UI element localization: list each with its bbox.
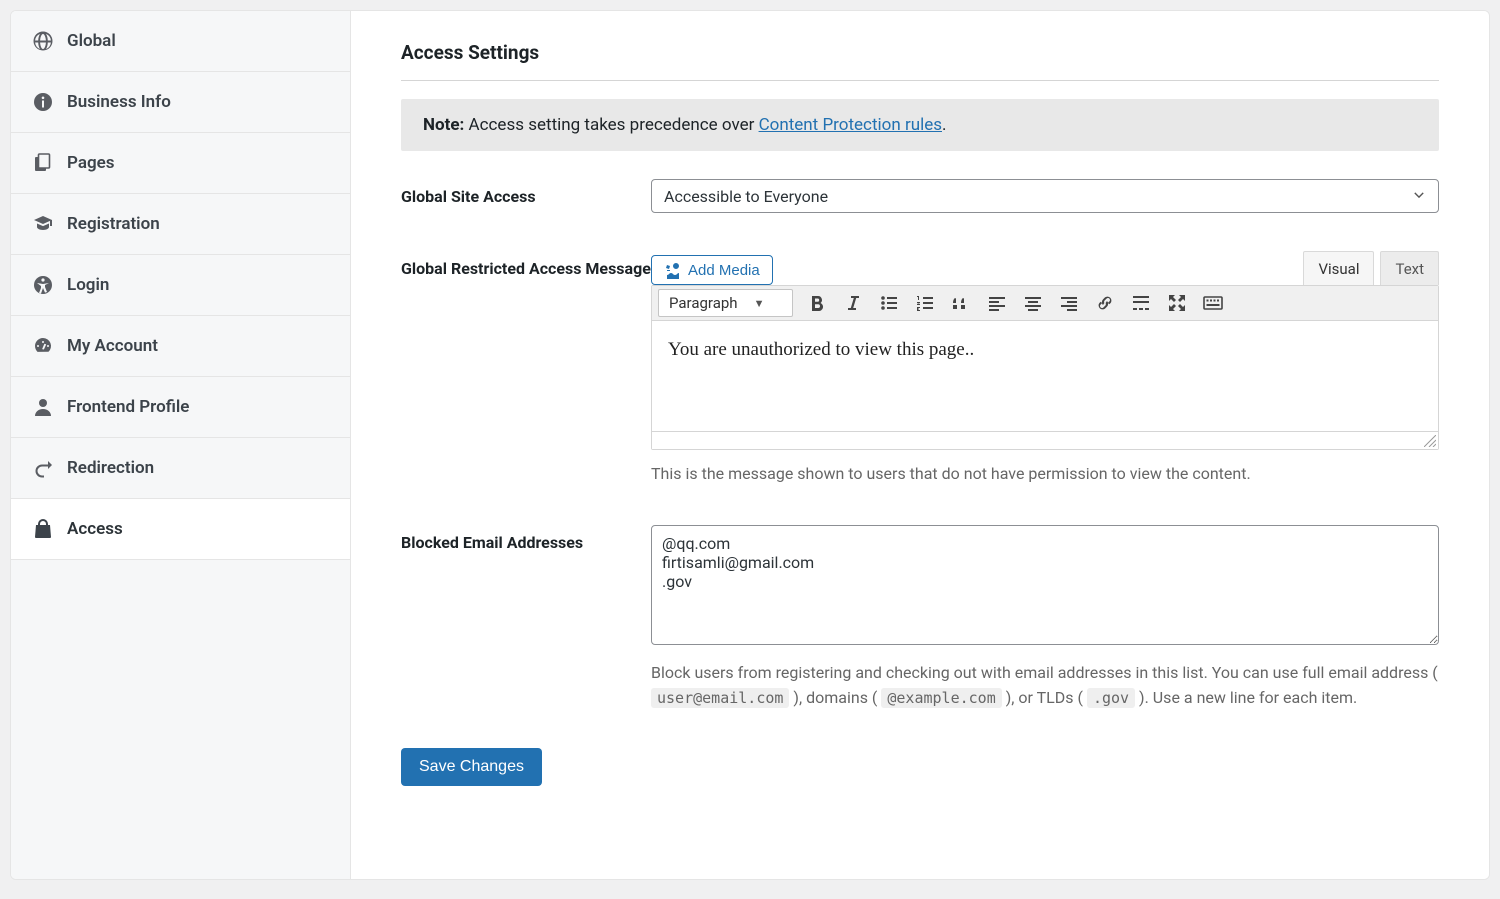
sidebar-item-label: Login <box>67 275 109 295</box>
format-value: Paragraph <box>669 294 738 312</box>
note-box: Note: Access setting takes precedence ov… <box>401 99 1439 151</box>
bold-icon <box>807 293 827 313</box>
italic-icon <box>843 293 863 313</box>
code-example-tld: .gov <box>1087 688 1135 708</box>
settings-frame: Global Business Info Pages Registration … <box>10 10 1490 880</box>
align-center-icon <box>1023 293 1043 313</box>
toolbar-toggle-button[interactable] <box>1199 289 1227 317</box>
bullet-list-icon <box>879 293 899 313</box>
grad-cap-icon <box>33 214 53 234</box>
globe-icon <box>33 31 53 51</box>
fullscreen-button[interactable] <box>1163 289 1191 317</box>
add-media-button[interactable]: Add Media <box>651 255 773 285</box>
sidebar-item-label: My Account <box>67 336 158 356</box>
sidebar-item-label: Access <box>67 519 123 539</box>
read-more-icon <box>1131 293 1151 313</box>
sidebar-item-label: Redirection <box>67 458 154 478</box>
sidebar: Global Business Info Pages Registration … <box>11 11 351 879</box>
sidebar-item-frontend-profile[interactable]: Frontend Profile <box>11 377 350 438</box>
align-center-button[interactable] <box>1019 289 1047 317</box>
align-left-icon <box>987 293 1007 313</box>
link-button[interactable] <box>1091 289 1119 317</box>
dashboard-icon <box>33 336 53 356</box>
row-blocked-emails: Blocked Email Addresses Block users from… <box>401 525 1439 711</box>
editor-tabs: Visual Text <box>1303 251 1439 285</box>
main-content: Access Settings Note: Access setting tak… <box>351 11 1489 879</box>
read-more-button[interactable] <box>1127 289 1155 317</box>
note-label: Note: <box>423 115 464 135</box>
sidebar-item-my-account[interactable]: My Account <box>11 316 350 377</box>
sidebar-item-redirection[interactable]: Redirection <box>11 438 350 499</box>
note-text: Access setting takes precedence over <box>469 115 759 135</box>
select-global-site-access[interactable]: Accessible to Everyone <box>651 179 1439 213</box>
chevron-down-icon <box>1412 187 1426 206</box>
user-icon <box>33 397 53 417</box>
link-icon <box>1095 293 1115 313</box>
rich-text-editor: Paragraph ▼ <box>651 285 1439 450</box>
sidebar-item-label: Business Info <box>67 92 171 112</box>
page-title: Access Settings <box>401 41 1439 81</box>
pages-icon <box>33 153 53 173</box>
quote-icon <box>951 293 971 313</box>
editor-toolbar: Paragraph ▼ <box>652 286 1438 321</box>
sidebar-item-login[interactable]: Login <box>11 255 350 316</box>
sidebar-item-business-info[interactable]: Business Info <box>11 72 350 133</box>
italic-button[interactable] <box>839 289 867 317</box>
media-icon <box>664 261 682 279</box>
resize-handle[interactable] <box>1424 435 1436 447</box>
restricted-help-text: This is the message shown to users that … <box>651 462 1439 487</box>
sidebar-item-access[interactable]: Access <box>11 499 350 560</box>
note-tail: . <box>942 115 946 135</box>
number-list-button[interactable] <box>911 289 939 317</box>
redirect-icon <box>33 458 53 478</box>
tab-visual[interactable]: Visual <box>1303 251 1374 285</box>
code-example-email: user@email.com <box>651 688 789 708</box>
editor-content[interactable]: You are unauthorized to view this page.. <box>652 321 1438 431</box>
row-global-site-access: Global Site Access Accessible to Everyon… <box>401 179 1439 213</box>
sidebar-item-label: Frontend Profile <box>67 397 189 417</box>
info-icon <box>33 92 53 112</box>
editor-footer <box>652 431 1438 449</box>
keyboard-icon <box>1203 293 1223 313</box>
fullscreen-icon <box>1167 293 1187 313</box>
bold-button[interactable] <box>803 289 831 317</box>
align-left-button[interactable] <box>983 289 1011 317</box>
sidebar-item-registration[interactable]: Registration <box>11 194 350 255</box>
align-right-button[interactable] <box>1055 289 1083 317</box>
label-global-site-access: Global Site Access <box>401 179 651 209</box>
sidebar-item-label: Registration <box>67 214 160 234</box>
sidebar-item-pages[interactable]: Pages <box>11 133 350 194</box>
label-blocked-emails: Blocked Email Addresses <box>401 525 651 555</box>
tab-text[interactable]: Text <box>1380 251 1439 285</box>
select-value: Accessible to Everyone <box>664 187 828 206</box>
label-restricted-message: Global Restricted Access Message <box>401 251 651 281</box>
number-list-icon <box>915 293 935 313</box>
caret-down-icon: ▼ <box>754 297 765 310</box>
row-restricted-message: Global Restricted Access Message Add Med… <box>401 251 1439 487</box>
code-example-domain: @example.com <box>881 688 1001 708</box>
bag-icon <box>33 519 53 539</box>
sidebar-item-label: Pages <box>67 153 115 173</box>
sidebar-item-label: Global <box>67 31 116 51</box>
format-dropdown[interactable]: Paragraph ▼ <box>658 289 793 317</box>
align-right-icon <box>1059 293 1079 313</box>
blockquote-button[interactable] <box>947 289 975 317</box>
resize-icon <box>1424 435 1436 447</box>
bullet-list-button[interactable] <box>875 289 903 317</box>
sidebar-item-global[interactable]: Global <box>11 11 350 72</box>
blocked-emails-help: Block users from registering and checkin… <box>651 661 1439 711</box>
add-media-label: Add Media <box>688 262 760 279</box>
save-button[interactable]: Save Changes <box>401 748 542 786</box>
blocked-emails-textarea[interactable] <box>651 525 1439 645</box>
content-protection-link[interactable]: Content Protection rules <box>759 115 942 135</box>
accessibility-icon <box>33 275 53 295</box>
